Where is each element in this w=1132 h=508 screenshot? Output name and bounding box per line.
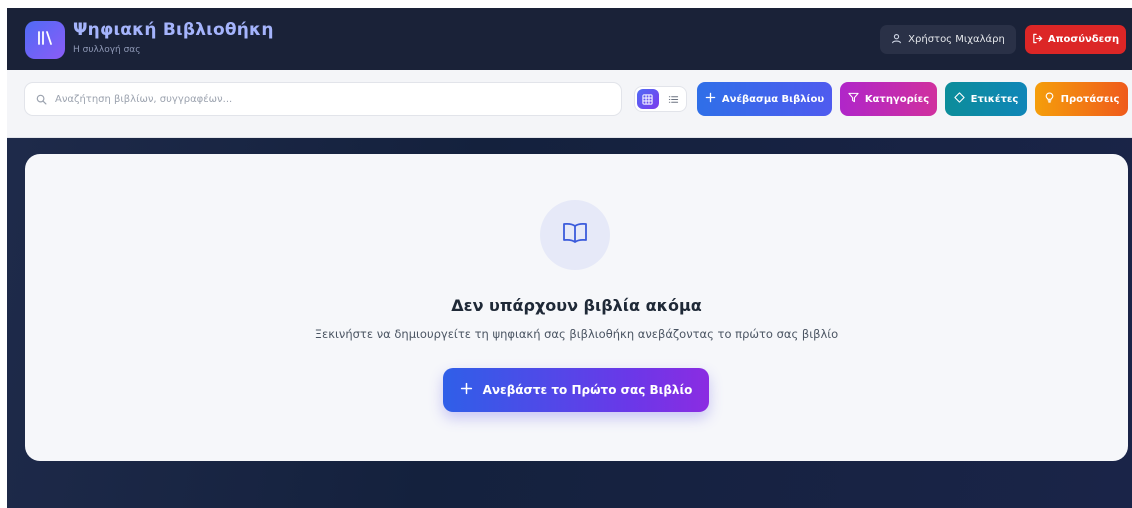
logout-button[interactable]: Αποσύνδεση [1025,25,1126,54]
main-content: Δεν υπάρχουν βιβλία ακόμα Ξεκινήστε να δ… [7,138,1132,508]
library-icon [36,29,54,51]
tag-icon [954,92,965,106]
user-profile-button[interactable]: Χρήστος Μιχαλάρη [880,25,1016,54]
empty-state-description: Ξεκινήστε να δημιουργείτε τη ψηφιακή σας… [314,327,839,341]
logout-icon [1032,33,1043,47]
categories-button[interactable]: Κατηγορίες [840,82,937,116]
categories-label: Κατηγορίες [864,93,930,105]
upload-first-book-button[interactable]: Ανεβάστε το Πρώτο σας Βιβλίο [443,368,709,412]
grid-view-button[interactable] [637,89,659,109]
view-toggle [634,86,687,112]
top-navbar: Ψηφιακή Βιβλιοθήκη Η συλλογή σας Χρήστος… [7,8,1132,70]
plus-icon [460,382,473,398]
lightbulb-icon [1044,92,1055,106]
search-icon [36,90,47,109]
user-icon [891,33,902,47]
search-bar[interactable] [24,82,622,116]
upload-book-button[interactable]: Ανέβασμα Βιβλίου [697,82,832,116]
upload-book-label: Ανέβασμα Βιβλίου [721,93,825,105]
book-open-icon [562,221,588,249]
empty-state-icon-circle [540,200,610,270]
upload-first-book-label: Ανεβάστε το Πρώτο σας Βιβλίο [482,383,693,397]
toolbar: Ανέβασμα Βιβλίου Κατηγορίες Ετικέτες [7,70,1132,138]
app-logo[interactable] [25,21,65,59]
list-view-button[interactable] [663,89,685,109]
tags-button[interactable]: Ετικέτες [945,82,1027,116]
empty-state-title: Δεν υπάρχουν βιβλία ακόμα [451,296,702,315]
suggestions-label: Προτάσεις [1060,93,1120,105]
tags-label: Ετικέτες [970,93,1019,105]
user-name: Χρήστος Μιχαλάρη [908,34,1005,45]
filter-icon [848,92,859,106]
grid-icon [642,90,653,109]
app-title: Ψηφιακή Βιβλιοθήκη [73,20,274,40]
plus-icon [705,92,716,106]
list-icon [668,90,679,109]
app-window: Ψηφιακή Βιβλιοθήκη Η συλλογή σας Χρήστος… [7,8,1132,508]
empty-state-card: Δεν υπάρχουν βιβλία ακόμα Ξεκινήστε να δ… [25,154,1128,461]
app-subtitle: Η συλλογή σας [73,45,141,55]
search-input[interactable] [55,93,595,105]
suggestions-button[interactable]: Προτάσεις [1035,82,1128,116]
logout-label: Αποσύνδεση [1047,34,1120,45]
